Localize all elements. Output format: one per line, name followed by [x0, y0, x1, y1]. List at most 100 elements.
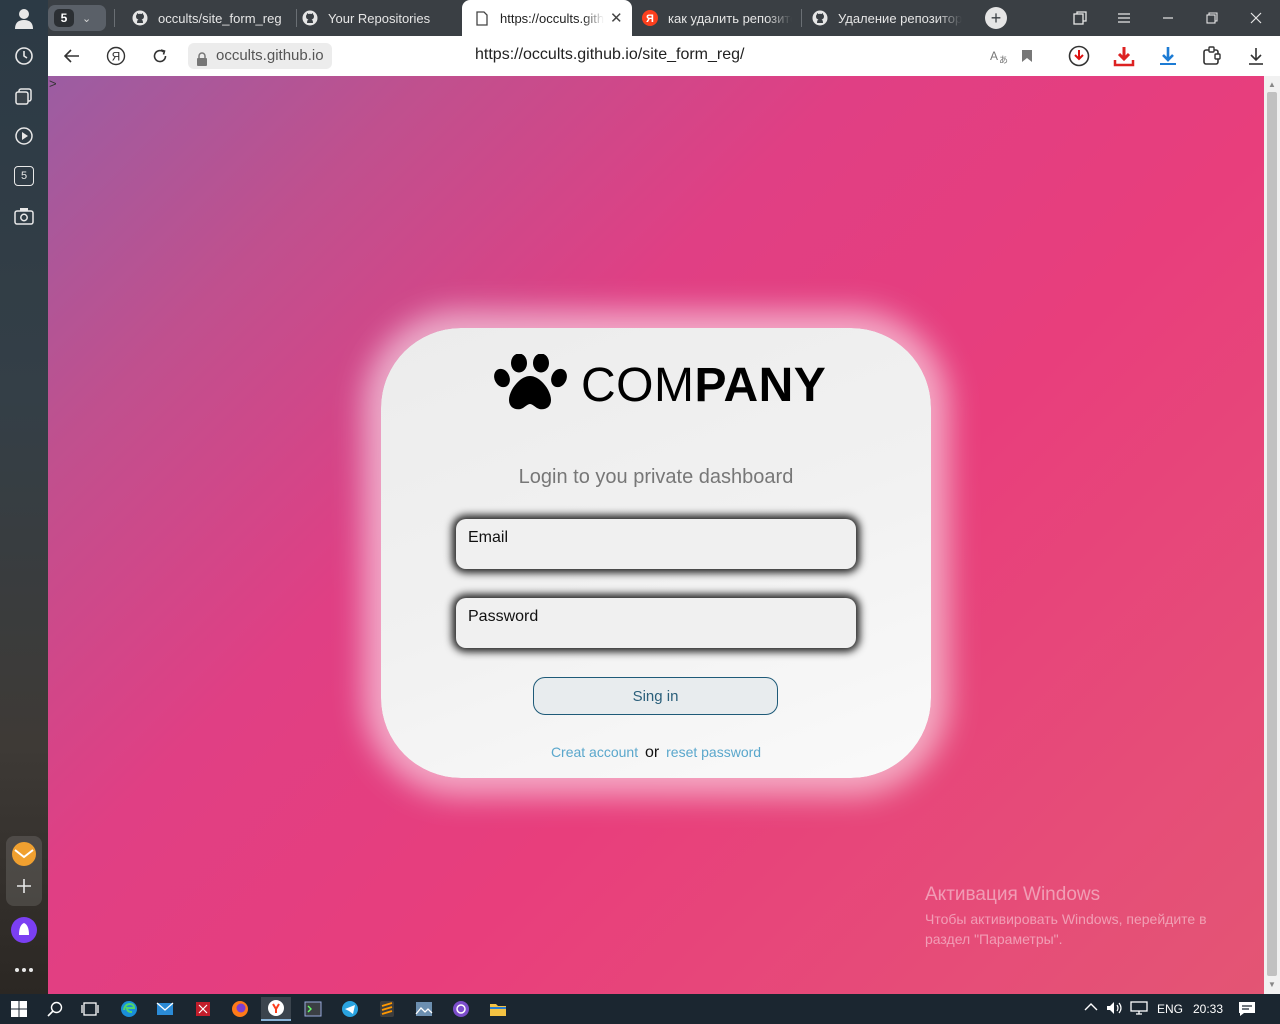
downloads-icon[interactable] [1240, 40, 1272, 72]
tab-delete-repository[interactable]: Удаление репозитори [812, 0, 962, 36]
stray-text: > [49, 76, 57, 91]
close-tab-icon[interactable]: ✕ [610, 9, 623, 27]
terminal-app-icon[interactable] [298, 997, 328, 1021]
mail-icon[interactable] [150, 997, 180, 1021]
password-field-wrapper [456, 598, 856, 648]
scroll-up-arrow-icon[interactable]: ▲ [1268, 80, 1276, 89]
search-icon[interactable] [40, 997, 70, 1021]
tab-group-button[interactable]: 5 ⌄ [48, 5, 106, 31]
email-field[interactable] [456, 519, 856, 569]
bookmark-icon[interactable] [1011, 40, 1043, 72]
alice-assistant-icon[interactable] [8, 914, 40, 946]
watermark-text: Чтобы активировать Windows, перейдите в … [925, 911, 1207, 947]
tab-label: Удаление репозитори [838, 10, 962, 26]
or-text: or [645, 744, 660, 761]
save-from-net-icon[interactable] [1152, 40, 1184, 72]
photos-icon[interactable] [409, 997, 439, 1021]
github-icon [302, 10, 318, 26]
back-arrow-icon[interactable] [56, 40, 88, 72]
menu-icon[interactable] [1102, 0, 1146, 36]
mail-app-icon[interactable] [8, 838, 40, 870]
clock-time[interactable]: 20:33 [1193, 1002, 1223, 1016]
company-logo: COMPANY [493, 353, 826, 417]
download-circle-icon[interactable] [1063, 40, 1095, 72]
svg-text:Я: Я [646, 13, 654, 25]
tab-list-icon[interactable] [1058, 0, 1102, 36]
svg-text:Я: Я [112, 50, 121, 64]
browser-toolbar: Я occults.github.io https://occults.gith… [48, 36, 1280, 76]
watermark-title: Активация Windows [925, 884, 1101, 905]
screenshot-icon[interactable] [8, 200, 40, 232]
scroll-thumb[interactable] [1267, 92, 1277, 976]
tray-overflow-icon[interactable] [1084, 1001, 1098, 1015]
notifications-icon[interactable] [1238, 1001, 1256, 1020]
downloader-extension-icon[interactable] [1108, 40, 1140, 72]
minimize-icon[interactable] [1146, 0, 1190, 36]
site-host-pill[interactable]: occults.github.io [188, 43, 332, 69]
yandex-icon: Я [642, 10, 658, 26]
account-links: Creat account or reset password [381, 744, 931, 762]
tab-label: occults/site_form_reg [158, 10, 282, 26]
tab-counter-icon[interactable]: 5 [8, 160, 40, 192]
history-icon[interactable] [8, 40, 40, 72]
address-bar-url[interactable]: https://occults.github.io/site_form_reg/ [475, 46, 744, 64]
page-scrollbar[interactable]: ▲ ▼ [1264, 76, 1280, 994]
create-account-link[interactable]: Creat account [551, 744, 638, 760]
yandex-home-icon[interactable]: Я [100, 40, 132, 72]
windows-start-icon[interactable] [4, 997, 34, 1021]
firefox-icon[interactable] [225, 997, 255, 1021]
site-host: occults.github.io [216, 47, 324, 64]
windows-taskbar: ENG 20:33 [0, 994, 1280, 1024]
reload-icon[interactable] [144, 40, 176, 72]
telegram-icon[interactable] [335, 997, 365, 1021]
svg-text:あ: あ [999, 55, 1008, 64]
network-icon[interactable] [1130, 1001, 1148, 1018]
tab-separator [801, 9, 802, 27]
task-view-icon[interactable] [75, 997, 105, 1021]
chevron-down-icon: ⌄ [82, 12, 92, 25]
tab-label: Your Repositories [328, 10, 431, 26]
file-explorer-icon[interactable] [483, 997, 513, 1021]
edge-icon[interactable] [114, 997, 144, 1021]
login-subtitle: Login to you private dashboard [518, 466, 794, 488]
tab-yandex-search[interactable]: Я как удалить репозитор [642, 0, 792, 36]
email-field-wrapper [456, 519, 856, 569]
extension-puzzle-icon[interactable] [1196, 40, 1228, 72]
github-desktop-icon[interactable] [446, 997, 476, 1021]
red-app-icon[interactable] [188, 997, 218, 1021]
video-icon[interactable] [8, 120, 40, 152]
github-icon [812, 10, 828, 26]
lock-icon [196, 49, 208, 75]
volume-icon[interactable] [1106, 1001, 1124, 1018]
scroll-down-arrow-icon[interactable]: ▼ [1268, 980, 1276, 989]
page-icon [474, 10, 490, 26]
reset-password-link[interactable]: reset password [666, 744, 761, 760]
new-tab-button[interactable]: + [985, 7, 1007, 29]
tab-site-form-reg[interactable]: occults/site_form_reg [132, 0, 292, 36]
restore-icon[interactable] [1190, 0, 1234, 36]
tab-separator [296, 9, 297, 27]
sublime-text-icon[interactable] [372, 997, 402, 1021]
tab-group-count: 5 [54, 9, 74, 27]
tab-counter-value: 5 [14, 166, 34, 186]
language-indicator[interactable]: ENG [1157, 1002, 1183, 1016]
paw-icon [493, 353, 569, 417]
github-icon [132, 10, 148, 26]
close-window-icon[interactable] [1234, 0, 1278, 36]
tab-label: https://occults.github [500, 10, 604, 26]
profile-icon[interactable] [8, 2, 40, 34]
tab-separator [114, 9, 115, 27]
tab-occults-github-active[interactable]: https://occults.github ✕ [462, 0, 632, 36]
sign-in-button[interactable]: Sing in [533, 677, 778, 715]
tab-label: как удалить репозитор [668, 10, 792, 26]
logo-text-light: COM [581, 359, 695, 412]
collections-icon[interactable] [8, 80, 40, 112]
add-app-icon[interactable] [8, 870, 40, 902]
tab-your-repositories[interactable]: Your Repositories [302, 0, 452, 36]
yandex-browser-icon[interactable] [261, 997, 291, 1021]
more-icon[interactable] [8, 954, 40, 986]
windows-activation-watermark: Активация Windows Чтобы активировать Win… [925, 884, 1245, 949]
browser-sidebar: 5 [0, 0, 48, 994]
password-field[interactable] [456, 598, 856, 648]
login-card: COMPANY Login to you private dashboard S… [381, 328, 931, 778]
